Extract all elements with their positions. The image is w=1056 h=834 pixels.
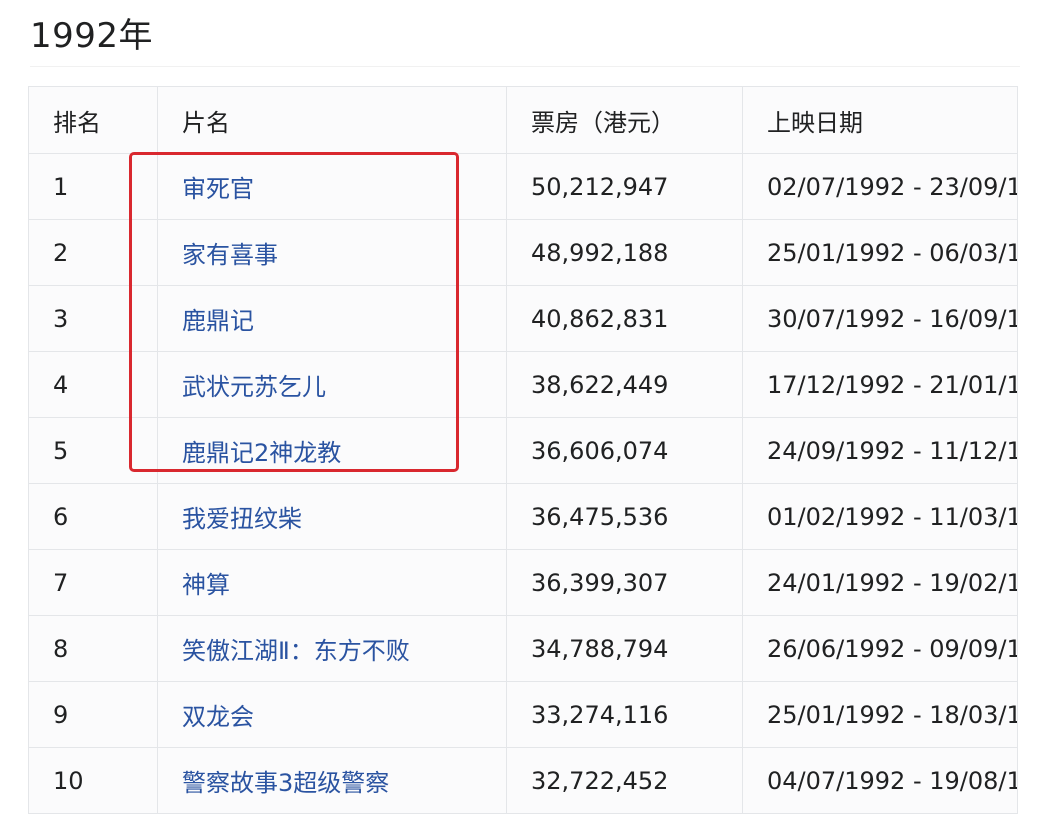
table-row: 8 笑傲江湖Ⅱ：东方不败 34,788,794 26/06/1992 - 09/… (28, 615, 1018, 682)
gross-cell: 33,274,116 (506, 681, 743, 748)
title-cell: 警察故事3超级警察 (157, 747, 507, 814)
header-rank: 排名 (28, 86, 158, 154)
dates-cell: 26/06/1992 - 09/09/1992 (742, 615, 1018, 682)
gross-cell: 36,399,307 (506, 549, 743, 616)
rank-cell: 2 (28, 219, 158, 286)
film-title-link[interactable]: 双龙会 (182, 703, 254, 731)
gross-cell: 34,788,794 (506, 615, 743, 682)
dates-cell: 04/07/1992 - 19/08/1992 (742, 747, 1018, 814)
table-row: 6 我爱扭纹柴 36,475,536 01/02/1992 - 11/03/19… (28, 483, 1018, 550)
title-cell: 鹿鼎记 (157, 285, 507, 352)
film-title-link[interactable]: 我爱扭纹柴 (182, 505, 302, 533)
rank-cell: 8 (28, 615, 158, 682)
table-row: 3 鹿鼎记 40,862,831 30/07/1992 - 16/09/1992 (28, 285, 1018, 352)
gross-cell: 48,992,188 (506, 219, 743, 286)
rank-cell: 9 (28, 681, 158, 748)
gross-cell: 32,722,452 (506, 747, 743, 814)
gross-cell: 40,862,831 (506, 285, 743, 352)
rank-cell: 10 (28, 747, 158, 814)
gross-cell: 50,212,947 (506, 153, 743, 220)
rank-cell: 7 (28, 549, 158, 616)
table-row: 5 鹿鼎记2神龙教 36,606,074 24/09/1992 - 11/12/… (28, 417, 1018, 484)
title-cell: 我爱扭纹柴 (157, 483, 507, 550)
section-heading: 1992年 (30, 16, 154, 56)
table-row: 10 警察故事3超级警察 32,722,452 04/07/1992 - 19/… (28, 747, 1018, 814)
title-cell: 笑傲江湖Ⅱ：东方不败 (157, 615, 507, 682)
dates-cell: 01/02/1992 - 11/03/1992 (742, 483, 1018, 550)
dates-cell: 17/12/1992 - 21/01/1993 (742, 351, 1018, 418)
film-title-link[interactable]: 笑傲江湖Ⅱ：东方不败 (182, 637, 410, 665)
heading-divider (30, 66, 1020, 67)
title-cell: 武状元苏乞儿 (157, 351, 507, 418)
rank-cell: 1 (28, 153, 158, 220)
dates-cell: 24/01/1992 - 19/02/1992 (742, 549, 1018, 616)
title-cell: 双龙会 (157, 681, 507, 748)
title-cell: 神算 (157, 549, 507, 616)
header-gross: 票房（港元） (506, 86, 743, 154)
rank-cell: 5 (28, 417, 158, 484)
title-cell: 鹿鼎记2神龙教 (157, 417, 507, 484)
box-office-table: 排名 片名 票房（港元） 上映日期 1 审死官 50,212,947 02/07… (28, 86, 1018, 814)
table-row: 1 审死官 50,212,947 02/07/1992 - 23/09/1992 (28, 153, 1018, 220)
table-row: 2 家有喜事 48,992,188 25/01/1992 - 06/03/199… (28, 219, 1018, 286)
film-title-link[interactable]: 鹿鼎记2神龙教 (182, 439, 341, 467)
dates-cell: 02/07/1992 - 23/09/1992 (742, 153, 1018, 220)
table-header-row: 排名 片名 票房（港元） 上映日期 (28, 86, 1018, 154)
gross-cell: 36,475,536 (506, 483, 743, 550)
dates-cell: 25/01/1992 - 06/03/1992 (742, 219, 1018, 286)
rank-cell: 4 (28, 351, 158, 418)
gross-cell: 36,606,074 (506, 417, 743, 484)
film-title-link[interactable]: 审死官 (182, 175, 254, 203)
film-title-link[interactable]: 鹿鼎记 (182, 307, 254, 335)
rank-cell: 3 (28, 285, 158, 352)
table-row: 7 神算 36,399,307 24/01/1992 - 19/02/1992 (28, 549, 1018, 616)
film-title-link[interactable]: 神算 (182, 571, 230, 599)
rank-cell: 6 (28, 483, 158, 550)
gross-cell: 38,622,449 (506, 351, 743, 418)
dates-cell: 30/07/1992 - 16/09/1992 (742, 285, 1018, 352)
title-cell: 家有喜事 (157, 219, 507, 286)
dates-cell: 25/01/1992 - 18/03/1992 (742, 681, 1018, 748)
table-row: 9 双龙会 33,274,116 25/01/1992 - 18/03/1992 (28, 681, 1018, 748)
table-row: 4 武状元苏乞儿 38,622,449 17/12/1992 - 21/01/1… (28, 351, 1018, 418)
header-title: 片名 (157, 86, 507, 154)
film-title-link[interactable]: 警察故事3超级警察 (182, 769, 389, 797)
title-cell: 审死官 (157, 153, 507, 220)
film-title-link[interactable]: 家有喜事 (182, 241, 278, 269)
film-title-link[interactable]: 武状元苏乞儿 (182, 373, 326, 401)
dates-cell: 24/09/1992 - 11/12/1992 (742, 417, 1018, 484)
header-dates: 上映日期 (742, 86, 1018, 154)
